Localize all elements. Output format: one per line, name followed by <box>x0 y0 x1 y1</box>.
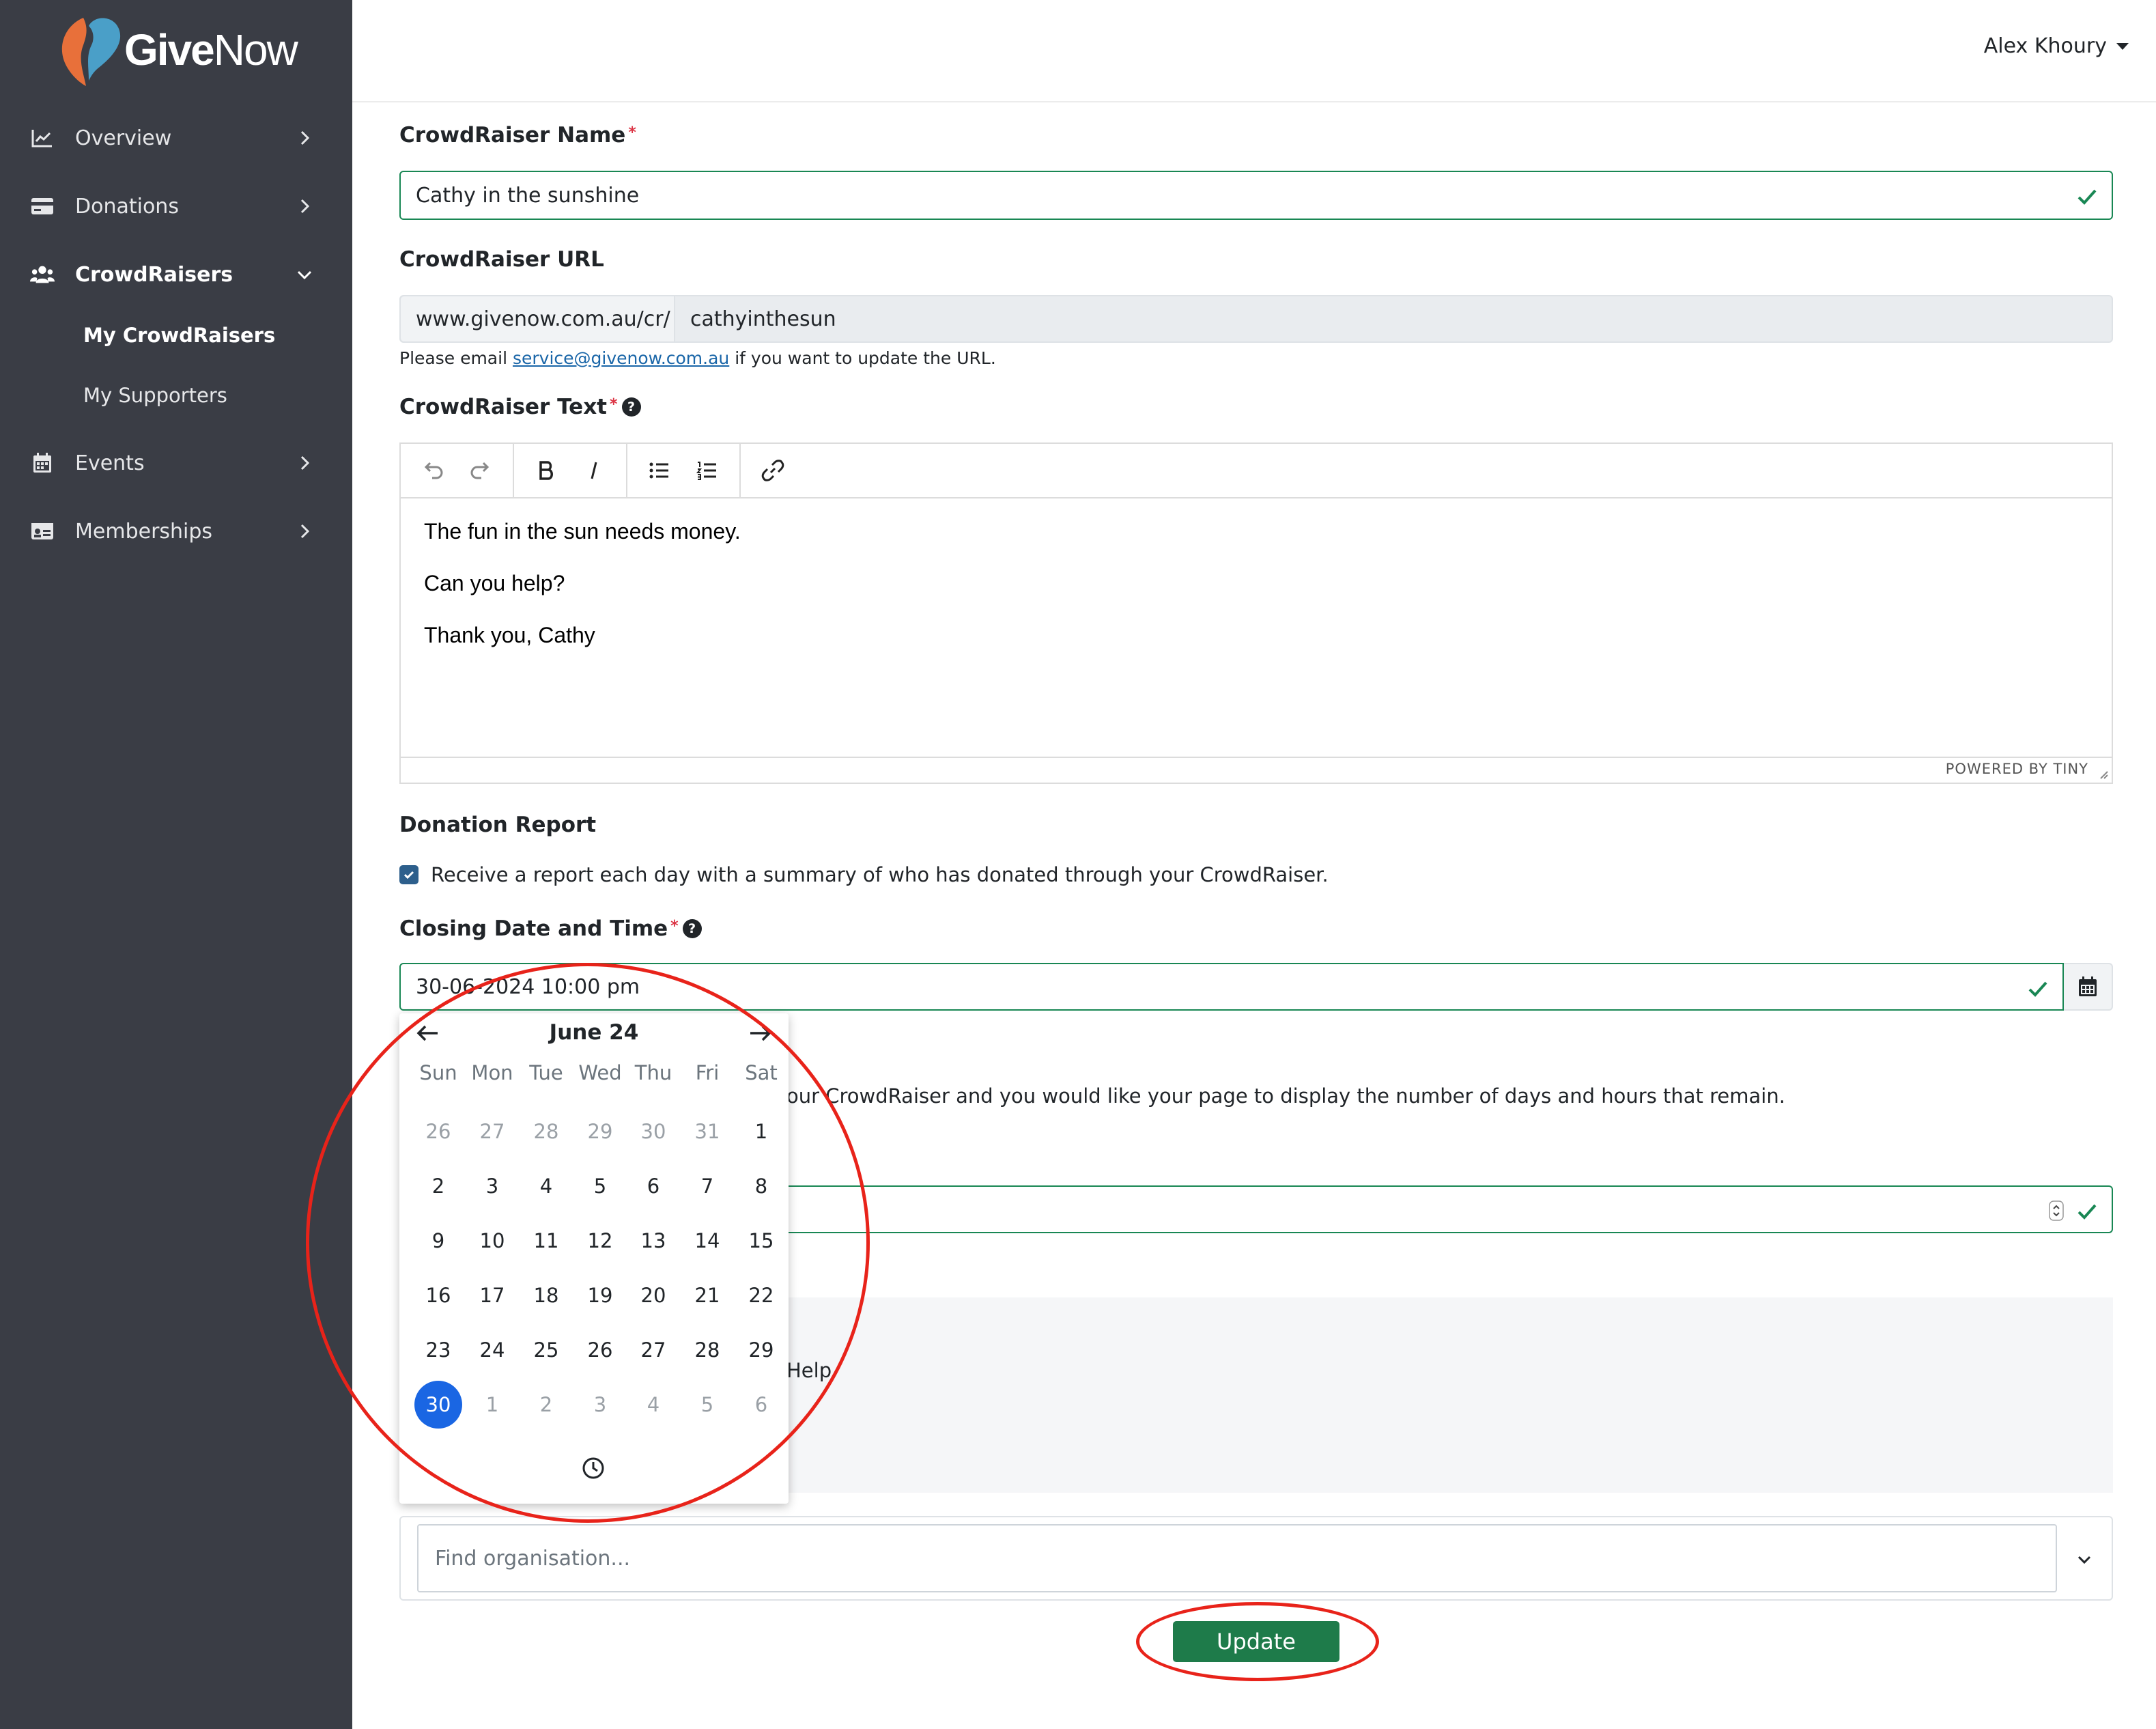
sidebar-item-donations[interactable]: Donations <box>0 179 352 234</box>
required-asterisk: * <box>670 917 679 935</box>
check-icon <box>2028 981 2047 997</box>
sidebar-subitem-my-supporters[interactable]: My Supporters <box>83 384 227 407</box>
bullet-list-button[interactable] <box>640 451 679 490</box>
numbered-list-icon <box>696 462 716 480</box>
sidebar-item-crowdraisers[interactable]: CrowdRaisers <box>0 247 352 302</box>
chevron-right-icon <box>300 524 310 539</box>
powered-by-tiny[interactable]: POWERED BY TINY <box>1946 761 2088 777</box>
bold-icon <box>539 461 553 480</box>
resize-handle-icon[interactable] <box>2097 768 2109 780</box>
topbar: Alex Khoury <box>352 0 2156 102</box>
organisation-select: Find organisation... <box>399 1516 2113 1601</box>
label-text: CrowdRaiser Text <box>399 395 608 419</box>
italic-icon <box>591 462 597 479</box>
editor-paragraph: Can you help? <box>424 571 565 595</box>
donation-report-label: Donation Report <box>399 813 596 837</box>
editor-toolbar <box>401 444 2112 498</box>
sidebar-item-label: Overview <box>75 126 172 150</box>
help-icon[interactable]: ? <box>621 397 641 417</box>
sidebar-item-events[interactable]: Events <box>0 436 352 490</box>
calendar-icon <box>2079 976 2097 996</box>
crowdraiser-url-field: www.givenow.com.au/cr/ cathyinthesun <box>399 295 2113 343</box>
redo-icon <box>470 462 490 479</box>
undo-icon <box>424 462 443 479</box>
note-text: Please email <box>399 348 508 368</box>
user-name: Alex Khoury <box>1983 34 2107 58</box>
donation-report-checkbox[interactable] <box>399 865 419 884</box>
label-text: Donation Report <box>399 813 597 837</box>
label-text: Closing Date and Time <box>399 916 668 941</box>
annotation-circle-update <box>1136 1602 1379 1681</box>
user-menu[interactable]: Alex Khoury <box>1984 34 2129 58</box>
numbered-list-button[interactable] <box>687 451 727 490</box>
editor-paragraph: The fun in the sun needs money. <box>424 519 741 544</box>
find-organisation-input[interactable]: Find organisation... <box>417 1524 2057 1592</box>
check-icon <box>2077 189 2097 205</box>
italic-button[interactable] <box>574 451 614 490</box>
link-icon <box>761 460 784 481</box>
service-email-link[interactable]: service@givenow.com.au <box>513 348 729 368</box>
credit-card-icon <box>30 194 55 219</box>
checkbox-label: Receive a report each day with a summary… <box>431 863 1329 886</box>
sidebar-subitem-my-crowdraisers[interactable]: My CrowdRaisers <box>83 324 275 347</box>
rich-text-editor: The fun in the sun needs money. Can you … <box>399 442 2113 784</box>
crowdraiser-url-label: CrowdRaiser URL <box>399 247 604 272</box>
donation-report-row: Receive a report each day with a summary… <box>399 863 1329 886</box>
redo-button[interactable] <box>461 451 500 490</box>
sidebar-item-overview[interactable]: Overview <box>0 111 352 165</box>
editor-content[interactable]: The fun in the sun needs money. Can you … <box>401 498 2112 690</box>
url-value: cathyinthesun <box>690 307 836 331</box>
undo-button[interactable] <box>413 451 453 490</box>
chart-line-icon <box>30 126 55 150</box>
chevron-down-icon <box>297 270 312 280</box>
id-card-icon <box>30 519 55 544</box>
givenow-logo[interactable]: GiveNow <box>53 12 298 87</box>
url-prefix: www.givenow.com.au/cr/ <box>401 296 675 341</box>
sidebar-item-memberships[interactable]: Memberships <box>0 504 352 559</box>
label-text: CrowdRaiser URL <box>399 247 604 272</box>
crowdraiser-text-label: CrowdRaiser Text * ? <box>399 395 641 419</box>
sidebar-item-label: Donations <box>75 194 179 219</box>
sidebar-item-label: Memberships <box>75 519 213 544</box>
info-panel <box>778 1297 2113 1493</box>
check-icon <box>403 871 414 880</box>
calendar-button[interactable] <box>2064 963 2113 1011</box>
sidebar: GiveNow Overview Donations CrowdRaisers … <box>0 0 352 1729</box>
crowdraiser-name-label: CrowdRaiser Name * <box>399 123 636 147</box>
label-text: CrowdRaiser Name <box>399 123 626 147</box>
note-text: if you want to update the URL. <box>735 348 996 368</box>
editor-paragraph: Thank you, Cathy <box>424 623 595 647</box>
chevron-right-icon <box>300 455 310 470</box>
input-value: Cathy in the sunshine <box>416 183 640 208</box>
chevron-right-icon <box>300 199 310 214</box>
url-note: Please email service@givenow.com.au if y… <box>399 348 996 368</box>
bullet-list-icon <box>649 462 668 479</box>
crowdraiser-name-input[interactable]: Cathy in the sunshine <box>399 171 2113 220</box>
sidebar-item-label: Events <box>75 451 145 475</box>
heart-logo-icon <box>61 18 121 86</box>
editor-statusbar: POWERED BY TINY <box>401 757 2112 783</box>
sidebar-item-label: CrowdRaisers <box>75 262 233 287</box>
users-icon <box>30 262 55 287</box>
chevron-down-icon[interactable] <box>2075 1550 2094 1569</box>
bold-button[interactable] <box>526 451 566 490</box>
spinner-icon[interactable] <box>2049 1200 2064 1221</box>
number-input[interactable] <box>778 1185 2113 1233</box>
chevron-right-icon <box>300 130 310 145</box>
required-asterisk: * <box>628 124 636 141</box>
brand-name: GiveNow <box>124 25 298 74</box>
calendar-icon <box>30 451 55 475</box>
annotation-circle-datepicker <box>306 963 870 1523</box>
check-icon <box>2077 1204 2097 1220</box>
link-button[interactable] <box>753 451 793 490</box>
countdown-hint-text: our CrowdRaiser and you would like your … <box>786 1084 1785 1108</box>
closing-date-label: Closing Date and Time * ? <box>399 916 702 941</box>
help-icon[interactable]: ? <box>682 919 702 938</box>
caret-down-icon <box>2116 42 2129 50</box>
required-asterisk: * <box>610 395 618 413</box>
